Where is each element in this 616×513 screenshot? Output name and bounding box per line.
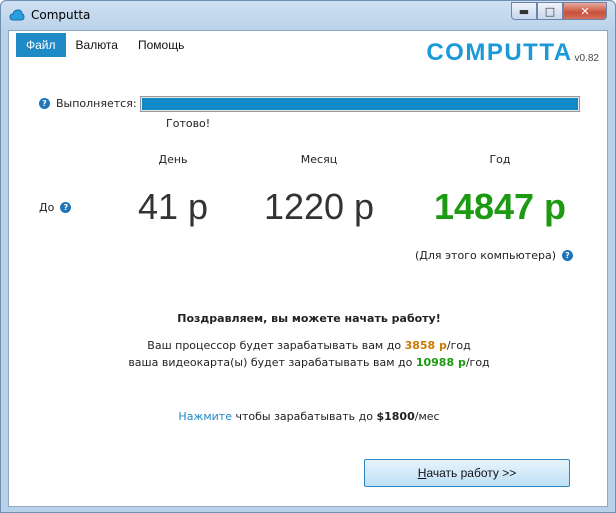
computer-note-text: (Для этого компьютера) bbox=[414, 249, 556, 262]
app-window: Computta ▬ □ ✕ Файл Валюта Помощь COMPUT… bbox=[0, 0, 616, 513]
earnings-month: 1220 р bbox=[263, 186, 375, 227]
cta-line: Нажмите чтобы зарабатывать до $1800/мес bbox=[9, 410, 609, 423]
menu-file[interactable]: Файл bbox=[16, 33, 66, 57]
minimize-icon[interactable]: ▬ bbox=[511, 2, 537, 20]
cta-suffix: /мес bbox=[414, 410, 440, 423]
cloud-icon bbox=[9, 9, 25, 21]
menu-help[interactable]: Помощь bbox=[128, 33, 194, 57]
window-title: Computta bbox=[31, 8, 91, 22]
title-bar[interactable]: Computta ▬ □ ✕ bbox=[1, 1, 615, 30]
progress-fill bbox=[142, 98, 578, 110]
gpu-prefix: ваша видеокарта(ы) будет зарабатывать ва… bbox=[128, 356, 413, 369]
progress-bar bbox=[140, 96, 580, 112]
cpu-earnings-line: Ваш процессор будет зарабатывать вам до … bbox=[9, 339, 609, 352]
computta-logo: COMPUTTA v0.82 bbox=[426, 39, 599, 67]
start-button-label: ачать работу >> bbox=[426, 466, 517, 480]
cpu-prefix: Ваш процессор будет зарабатывать вам до bbox=[147, 339, 402, 352]
gpu-suffix: /год bbox=[465, 356, 490, 369]
earnings-year: 14847 р bbox=[433, 186, 567, 227]
cpu-amount: 3858 р bbox=[404, 339, 447, 352]
logo-text: COMPUTTA bbox=[426, 39, 573, 66]
status-text: Готово! bbox=[166, 117, 211, 130]
help-icon[interactable]: ? bbox=[562, 250, 573, 261]
close-icon[interactable]: ✕ bbox=[563, 2, 607, 20]
start-button-mnemonic: Н bbox=[417, 466, 427, 480]
cpu-suffix: /год bbox=[446, 339, 471, 352]
window-controls: ▬ □ ✕ bbox=[511, 2, 607, 20]
cta-text: чтобы зарабатывать до bbox=[235, 410, 373, 423]
congrats-message: Поздравляем, вы можете начать работу! bbox=[177, 312, 441, 325]
header-day: День bbox=[158, 153, 188, 166]
menu-bar: Файл Валюта Помощь bbox=[16, 32, 194, 58]
earnings-row-label: До ? bbox=[39, 201, 72, 214]
gpu-earnings-line: ваша видеокарта(ы) будет зарабатывать ва… bbox=[9, 356, 609, 369]
cta-link[interactable]: Нажмите bbox=[178, 410, 232, 423]
progress-label-row: ? Выполняется: bbox=[39, 97, 137, 110]
version-label: v0.82 bbox=[574, 53, 599, 64]
help-icon[interactable]: ? bbox=[39, 98, 50, 109]
cta-amount: $1800 bbox=[376, 410, 415, 423]
row-label: До bbox=[39, 201, 55, 214]
progress-label: Выполняется: bbox=[56, 97, 137, 110]
client-area: Файл Валюта Помощь COMPUTTA v0.82 ? Выпо… bbox=[8, 30, 608, 507]
maximize-icon[interactable]: □ bbox=[537, 2, 563, 20]
help-icon[interactable]: ? bbox=[60, 202, 72, 213]
header-year: Год bbox=[489, 153, 511, 166]
gpu-amount: 10988 р bbox=[415, 356, 466, 369]
header-month: Месяц bbox=[300, 153, 338, 166]
start-work-button[interactable]: Начать работу >> bbox=[364, 459, 570, 487]
computer-note: (Для этого компьютера) ? bbox=[415, 249, 573, 262]
menu-currency[interactable]: Валюта bbox=[66, 33, 128, 57]
